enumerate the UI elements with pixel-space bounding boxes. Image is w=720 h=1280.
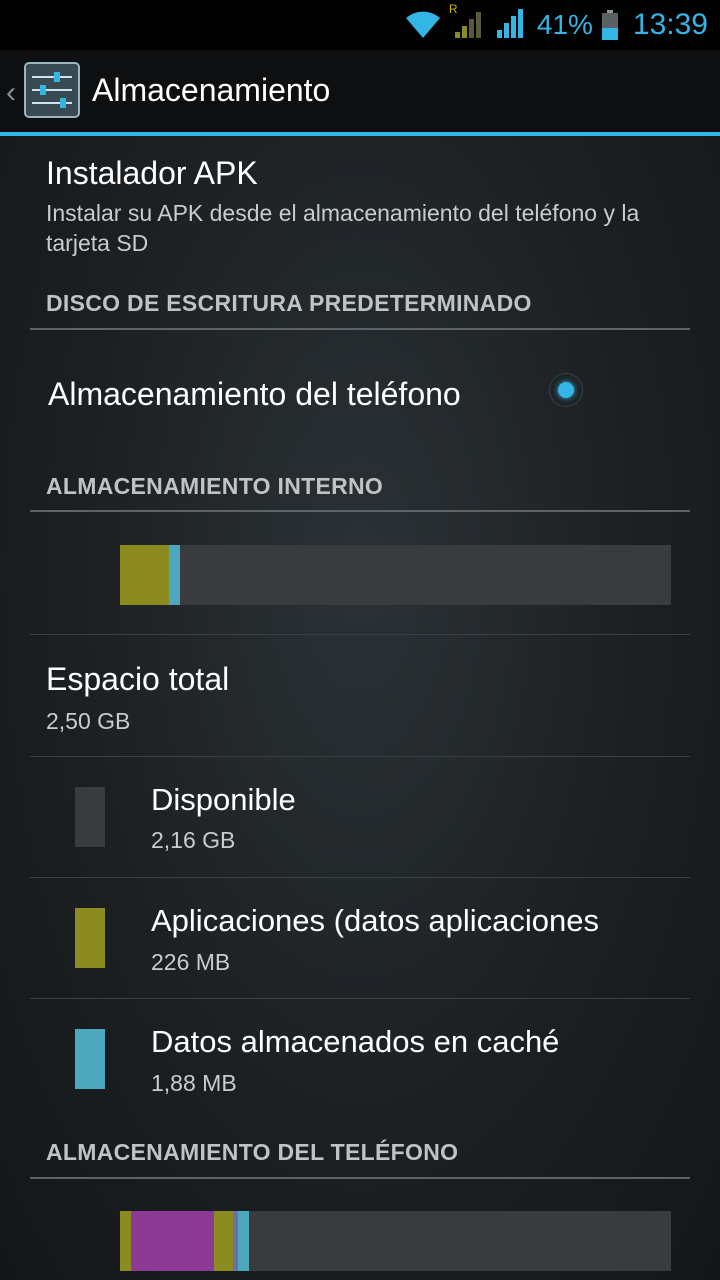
action-bar: ‹ Almacenamiento — [0, 50, 720, 132]
clock: 13:39 — [632, 8, 708, 41]
storage-item-value: 1,88 MB — [151, 1070, 237, 1096]
section-divider — [30, 1177, 690, 1179]
storage-item-value: 2,16 GB — [151, 827, 236, 853]
storage-item-label: Disponible — [151, 782, 296, 817]
radio-button[interactable] — [549, 373, 583, 407]
section-divider — [30, 510, 690, 512]
apk-installer-subtitle: Instalar su APK desde el almacenamiento … — [46, 200, 640, 256]
section-header-internal-storage: ALMACENAMIENTO INTERNO — [46, 473, 384, 499]
section-header-default-disk: DISCO DE ESCRITURA PREDETERMINADO — [46, 290, 532, 316]
battery-percent: 41% — [536, 9, 593, 40]
section-header-phone-storage: ALMACENAMIENTO DEL TELÉFONO — [46, 1139, 459, 1165]
usage-segment — [120, 1211, 132, 1271]
list-divider — [30, 877, 690, 878]
settings-sliders-icon[interactable] — [24, 62, 80, 118]
phone-storage-usage-bar — [120, 1211, 671, 1271]
storage-item-label: Datos almacenados en caché — [151, 1024, 560, 1059]
usage-segment-cache — [169, 545, 181, 605]
roaming-signal-icon: R — [449, 2, 485, 45]
section-divider — [30, 328, 690, 330]
available-color-swatch — [75, 787, 105, 847]
list-divider — [30, 634, 690, 635]
usage-segment — [213, 1211, 233, 1271]
signal-icon — [493, 6, 527, 45]
list-divider — [30, 756, 690, 757]
apk-installer-title: Instalador APK — [46, 155, 258, 191]
roaming-label: R — [448, 1, 458, 16]
usage-segment — [131, 1211, 214, 1271]
apps-color-swatch — [75, 908, 105, 968]
total-space-label: Espacio total — [46, 661, 230, 697]
cache-color-swatch — [75, 1029, 105, 1089]
up-caret-icon[interactable]: ‹ — [6, 76, 16, 110]
storage-item-label: Aplicaciones (datos aplicaciones — [151, 903, 600, 938]
storage-item-value: 226 MB — [151, 949, 231, 975]
internal-storage-usage-bar — [120, 545, 671, 605]
page-title: Almacenamiento — [92, 72, 331, 108]
status-bar: R 41% 13:39 — [0, 0, 720, 50]
list-divider — [30, 998, 690, 999]
usage-segment-apps — [120, 545, 170, 605]
usage-segment — [238, 1211, 250, 1271]
battery-icon — [601, 10, 619, 40]
wifi-icon — [403, 6, 443, 45]
radio-selected-dot — [558, 382, 574, 398]
total-space-value: 2,50 GB — [46, 708, 131, 734]
phone-storage-option-label: Almacenamiento del teléfono — [48, 376, 461, 412]
action-bar-divider — [0, 132, 720, 136]
